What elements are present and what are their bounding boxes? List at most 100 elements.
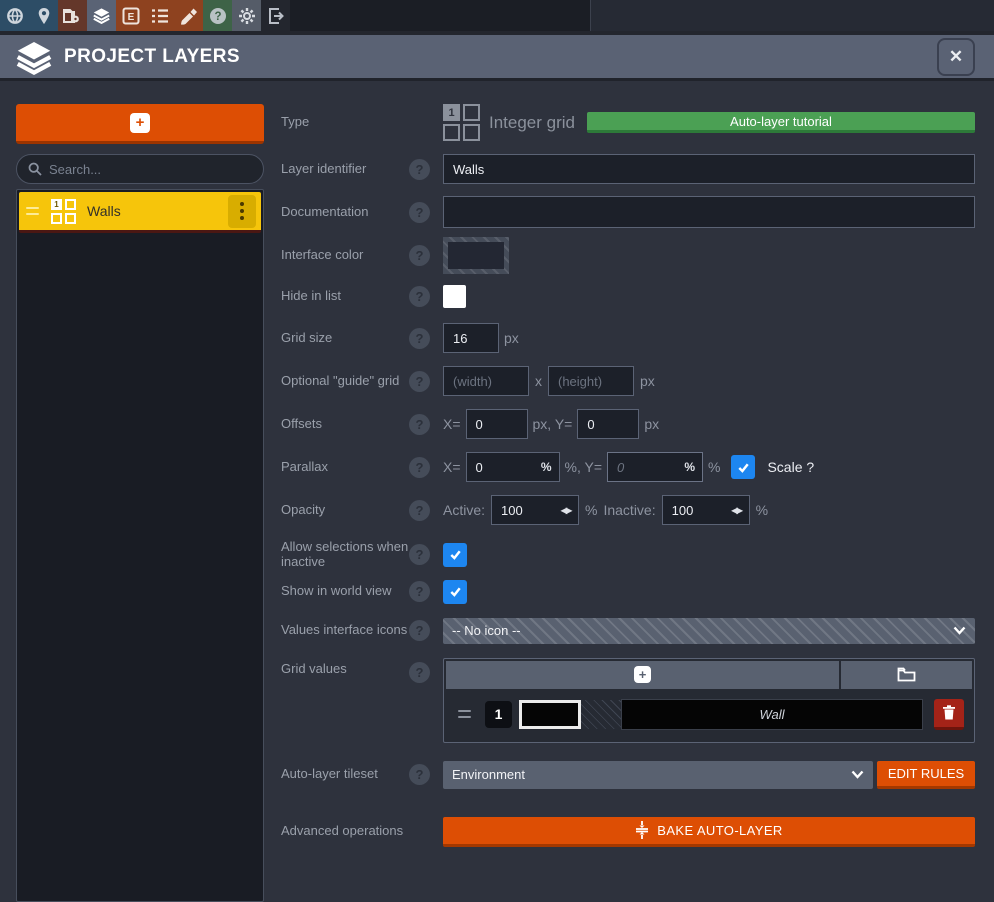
field-label: Grid size	[281, 331, 409, 346]
opacity-inactive-field[interactable]: ◂▸	[662, 495, 750, 525]
stripes-decoration	[581, 700, 621, 729]
check-icon	[448, 547, 463, 562]
entities-icon[interactable]: E	[116, 0, 145, 31]
help-icon[interactable]: ?	[203, 0, 232, 31]
help-badge[interactable]: ?	[409, 500, 430, 521]
field-label: Values interface icons	[281, 623, 409, 638]
plus-icon: +	[130, 113, 150, 133]
value-identifier-input[interactable]	[621, 699, 923, 730]
grid-value-row: 1	[446, 689, 972, 740]
svg-text:E: E	[127, 12, 134, 23]
layer-settings-form: Type 1 Integer grid Auto-layer tutorial …	[281, 104, 975, 902]
group-values-button[interactable]	[841, 661, 972, 689]
field-row-parallax: Parallax ? X= % %, Y= % %	[281, 452, 975, 482]
unit-label: %	[756, 502, 768, 518]
main-toolbar: E ?	[0, 0, 994, 31]
value-number-badge: 1	[485, 701, 512, 728]
opacity-active-field[interactable]: ◂▸	[491, 495, 579, 525]
opacity-active-input[interactable]	[492, 503, 561, 518]
layer-menu-button[interactable]	[228, 195, 256, 228]
page-title: PROJECT LAYERS	[64, 46, 240, 68]
drag-handle-icon[interactable]	[26, 207, 39, 215]
help-badge[interactable]: ?	[409, 620, 430, 641]
field-row-guide-grid: Optional "guide" grid ? x px	[281, 366, 975, 396]
help-badge[interactable]: ?	[409, 159, 430, 180]
delete-value-button[interactable]	[934, 699, 964, 730]
opacity-inactive-input[interactable]	[663, 503, 732, 518]
parallax-x-input[interactable]	[467, 460, 541, 475]
inactive-label: Inactive:	[603, 502, 655, 518]
help-badge[interactable]: ?	[409, 328, 430, 349]
help-badge[interactable]: ?	[409, 764, 430, 785]
grid-values-box: + 1	[443, 658, 975, 743]
help-badge[interactable]: ?	[409, 414, 430, 435]
help-badge[interactable]: ?	[409, 286, 430, 307]
value-color-picker[interactable]	[519, 700, 581, 729]
world-icon[interactable]	[0, 0, 29, 31]
edit-rules-button[interactable]: EDIT RULES	[877, 761, 975, 789]
hide-in-list-checkbox[interactable]	[443, 285, 466, 308]
documentation-input[interactable]	[443, 196, 975, 228]
field-label: Advanced operations	[281, 824, 409, 839]
parallax-scale-checkbox[interactable]	[731, 455, 755, 479]
help-badge[interactable]: ?	[409, 202, 430, 223]
field-label: Layer identifier	[281, 162, 409, 177]
help-badge[interactable]: ?	[409, 245, 430, 266]
field-label: Optional "guide" grid	[281, 374, 409, 389]
add-layer-button[interactable]: +	[16, 104, 264, 144]
field-row-hide-in-list: Hide in list ?	[281, 285, 975, 308]
values-icons-select[interactable]: -- No icon --	[443, 618, 975, 644]
grid-size-input[interactable]	[443, 323, 499, 353]
chevron-down-icon	[851, 770, 864, 779]
help-badge[interactable]: ?	[409, 544, 430, 565]
exit-icon[interactable]	[261, 0, 290, 31]
selected-option: -- No icon --	[452, 623, 521, 638]
layer-identifier-input[interactable]	[443, 154, 975, 184]
field-label: Parallax	[281, 460, 409, 475]
search-input[interactable]	[49, 162, 219, 177]
active-label: Active:	[443, 502, 485, 518]
guide-height-input[interactable]	[548, 366, 634, 396]
stepper-icon[interactable]: ◂▸	[732, 503, 742, 517]
settings-icon[interactable]	[232, 0, 261, 31]
offset-x-input[interactable]	[466, 409, 528, 439]
allow-selections-checkbox[interactable]	[443, 543, 467, 567]
autolayer-tutorial-button[interactable]: Auto-layer tutorial	[587, 112, 975, 133]
offset-y-input[interactable]	[577, 409, 639, 439]
color-swatch	[448, 242, 504, 269]
drag-handle-icon[interactable]	[458, 710, 471, 718]
svg-text:?: ?	[214, 11, 221, 23]
field-label: Auto-layer tileset	[281, 767, 409, 782]
field-row-documentation: Documentation ?	[281, 196, 975, 228]
help-badge[interactable]: ?	[409, 457, 430, 478]
parallax-y-field[interactable]: %	[607, 452, 703, 482]
parallax-x-field[interactable]: %	[466, 452, 560, 482]
field-label: Documentation	[281, 205, 409, 220]
bake-autolayer-button[interactable]: BAKE AUTO-LAYER	[443, 817, 975, 847]
show-world-checkbox[interactable]	[443, 580, 467, 604]
search-icon	[28, 162, 42, 176]
layer-item-walls[interactable]: 1 Walls	[19, 192, 261, 233]
enums-icon[interactable]	[145, 0, 174, 31]
tilesets-icon[interactable]	[174, 0, 203, 31]
field-row-grid-size: Grid size ? px	[281, 323, 975, 353]
help-badge[interactable]: ?	[409, 662, 430, 683]
tileset-select[interactable]: Environment	[443, 761, 873, 789]
parallax-y-input[interactable]	[608, 460, 684, 475]
layer-name: Walls	[87, 203, 121, 219]
layer-search[interactable]	[16, 154, 264, 184]
scale-label: Scale ?	[767, 459, 814, 475]
layers-icon[interactable]	[87, 0, 116, 31]
field-label: Offsets	[281, 417, 409, 432]
help-badge[interactable]: ?	[409, 371, 430, 392]
stepper-icon[interactable]: ◂▸	[561, 503, 571, 517]
add-value-button[interactable]: +	[446, 661, 839, 689]
help-badge[interactable]: ?	[409, 581, 430, 602]
field-label: Grid values	[281, 662, 409, 677]
map-pin-icon[interactable]	[29, 0, 58, 31]
guide-width-input[interactable]	[443, 366, 529, 396]
interface-color-picker[interactable]	[443, 237, 509, 274]
close-button[interactable]: ✕	[937, 38, 975, 76]
folder-icon	[897, 667, 916, 682]
project-settings-icon[interactable]	[58, 0, 87, 31]
